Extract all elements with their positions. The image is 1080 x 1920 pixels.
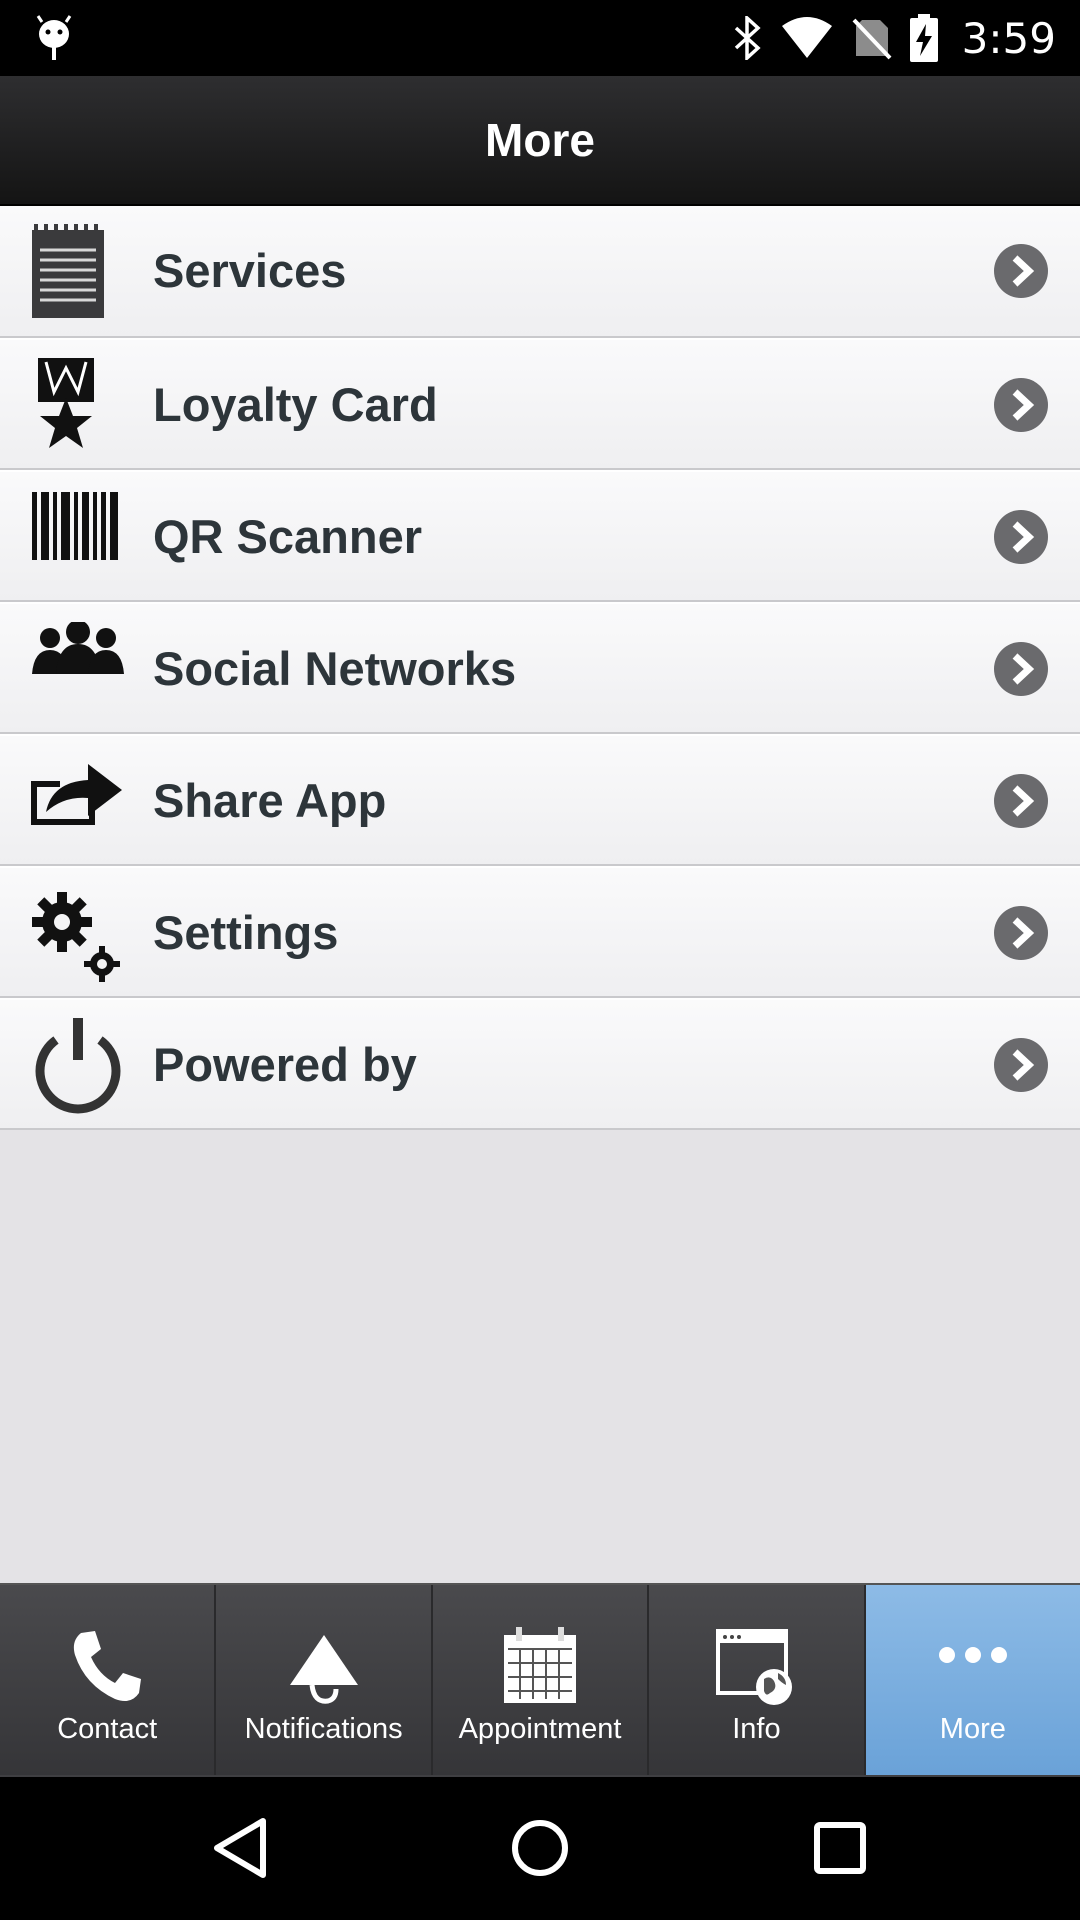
tab-notifications[interactable]: Notifications bbox=[216, 1585, 433, 1775]
chevron-right-icon bbox=[994, 774, 1048, 828]
megaphone-icon bbox=[289, 1635, 358, 1704]
tab-label: Contact bbox=[57, 1713, 158, 1745]
menu-item-label: Powered by bbox=[153, 1038, 417, 1091]
chevron-right-icon bbox=[994, 1038, 1048, 1092]
system-nav-bar bbox=[0, 1777, 1080, 1920]
tab-label: Info bbox=[732, 1713, 781, 1745]
menu-item-label: Loyalty Card bbox=[153, 378, 438, 431]
bluetooth-icon bbox=[734, 16, 761, 60]
share-arrow-icon bbox=[31, 764, 122, 825]
menu-item-label: Settings bbox=[153, 906, 339, 959]
globe-window-icon bbox=[716, 1629, 793, 1705]
title-bar: More bbox=[0, 76, 1080, 206]
gears-icon bbox=[32, 892, 120, 982]
wifi-icon bbox=[781, 17, 832, 58]
back-icon[interactable] bbox=[205, 1813, 275, 1883]
tab-more[interactable]: More bbox=[865, 1585, 1080, 1775]
status-time: 3:59 bbox=[961, 13, 1056, 63]
page-title: More bbox=[485, 114, 595, 166]
menu-item-powered-by[interactable]: Powered by bbox=[0, 998, 1080, 1130]
tab-info[interactable]: Info bbox=[649, 1585, 866, 1775]
recents-icon[interactable] bbox=[805, 1813, 875, 1883]
more-dots-icon bbox=[938, 1647, 1007, 1663]
menu-item-label: Social Networks bbox=[153, 642, 517, 695]
more-menu-list: Services Loyalty Card QR Scanner Social … bbox=[0, 206, 1080, 1130]
menu-item-qr-scanner[interactable]: QR Scanner bbox=[0, 470, 1080, 602]
chevron-right-icon bbox=[994, 510, 1048, 564]
menu-item-loyalty-card[interactable]: Loyalty Card bbox=[0, 338, 1080, 470]
tab-appointment[interactable]: Appointment bbox=[432, 1585, 650, 1775]
menu-item-label: Share App bbox=[153, 774, 387, 827]
chevron-right-icon bbox=[994, 906, 1048, 960]
menu-item-label: QR Scanner bbox=[153, 510, 423, 563]
calendar-icon bbox=[504, 1627, 577, 1703]
notepad-icon bbox=[32, 224, 104, 318]
power-icon bbox=[35, 1018, 121, 1114]
chevron-right-icon bbox=[994, 642, 1048, 696]
phone-icon bbox=[74, 1631, 142, 1701]
tab-contact[interactable]: Contact bbox=[0, 1585, 217, 1775]
bottom-tab-bar: Contact Notifications Appointment Info M… bbox=[0, 1583, 1080, 1777]
tab-label: More bbox=[939, 1713, 1006, 1745]
medal-star-icon bbox=[38, 358, 94, 448]
barcode-icon bbox=[32, 492, 118, 560]
menu-item-label: Services bbox=[153, 244, 347, 297]
battery-charging-icon bbox=[909, 14, 938, 62]
tab-label: Notifications bbox=[244, 1713, 403, 1745]
menu-item-social-networks[interactable]: Social Networks bbox=[0, 602, 1080, 734]
menu-item-services[interactable]: Services bbox=[0, 206, 1080, 338]
no-sim-icon bbox=[852, 18, 892, 60]
menu-item-settings[interactable]: Settings bbox=[0, 866, 1080, 998]
tab-label: Appointment bbox=[458, 1713, 622, 1745]
status-bar: 3:59 bbox=[0, 0, 1080, 76]
home-icon[interactable] bbox=[505, 1813, 575, 1883]
chevron-right-icon bbox=[994, 244, 1048, 298]
group-icon bbox=[32, 622, 124, 674]
menu-item-share-app[interactable]: Share App bbox=[0, 734, 1080, 866]
chevron-right-icon bbox=[994, 378, 1048, 432]
android-debug-icon bbox=[36, 15, 72, 60]
